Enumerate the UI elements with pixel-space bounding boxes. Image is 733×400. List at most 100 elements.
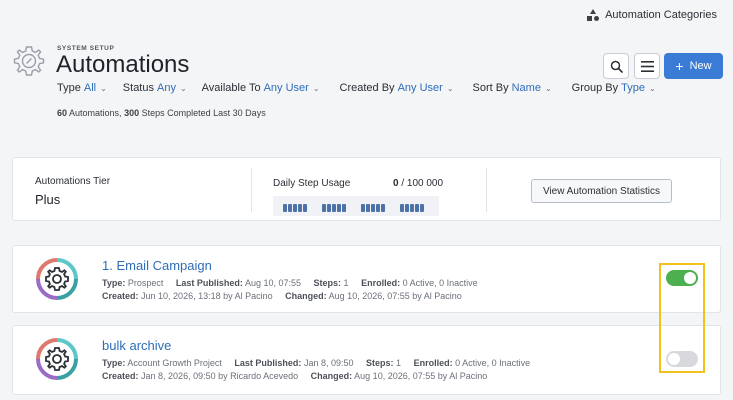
daily-step-usage-count: 0 / 100 000	[393, 178, 443, 189]
usage-total: / 100 000	[401, 178, 444, 189]
page-title: Automations	[56, 51, 190, 78]
steps-value: 1	[396, 358, 402, 368]
automation-history-row: Created: Jan 8, 2026, 09:50 by Ricardo A…	[102, 371, 487, 381]
last-published-label: Last Published:	[234, 358, 302, 368]
filter-type[interactable]: Type All ⌄	[57, 82, 107, 94]
gear-icon	[13, 46, 45, 76]
filter-created-by[interactable]: Created By Any User ⌄	[340, 82, 454, 94]
automation-card: 1. Email Campaign Type: Prospect Last Pu…	[12, 245, 721, 313]
usage-bar-segment	[303, 204, 307, 212]
usage-bar-segment	[400, 204, 404, 212]
created-label: Created:	[102, 371, 139, 381]
automation-gear-icon	[36, 338, 78, 380]
usage-bar-segment	[327, 204, 331, 212]
last-published-label: Last Published:	[175, 278, 243, 288]
usage-bar-segment	[283, 204, 287, 212]
filter-available-to-label: Available To	[201, 82, 261, 94]
chevron-down-icon: ⌄	[648, 83, 656, 93]
usage-bar-segment	[415, 204, 419, 212]
divider	[486, 168, 487, 212]
categories-icon	[587, 9, 600, 21]
menu-button[interactable]	[634, 53, 660, 79]
filter-group-by-label: Group By	[571, 82, 619, 94]
usage-bar-segment	[410, 204, 414, 212]
filter-status[interactable]: Status Any ⌄	[123, 82, 187, 94]
filter-sort-by[interactable]: Sort By Name ⌄	[473, 82, 552, 94]
filter-group-by[interactable]: Group By Type ⌄	[572, 82, 656, 94]
automation-name-link[interactable]: 1. Email Campaign	[102, 258, 212, 273]
type-value: Prospect	[127, 278, 164, 288]
automation-history-row: Created: Jun 10, 2026, 13:18 by Al Pacin…	[102, 291, 462, 301]
usage-bar-segment	[420, 204, 424, 212]
automation-enabled-toggle[interactable]	[666, 351, 698, 367]
automation-meta-row: Type: Prospect Last Published: Aug 10, 0…	[102, 278, 478, 288]
automations-count-label: Automations,	[69, 108, 122, 118]
usage-bar	[273, 196, 439, 216]
automation-enabled-toggle[interactable]	[666, 270, 698, 286]
automation-summary: 60 Automations, 300 Steps Completed Last…	[57, 108, 266, 118]
usage-bar-segment	[361, 204, 365, 212]
usage-bar-segment	[298, 204, 302, 212]
steps-count: 300	[124, 108, 140, 118]
filter-created-by-label: Created By	[339, 82, 395, 94]
new-automation-button[interactable]: + New	[664, 53, 723, 79]
automations-tier-card: Automations Tier Plus Daily Step Usage 0…	[12, 157, 721, 221]
tier-label: Automations Tier	[35, 176, 111, 187]
automations-count: 60	[57, 108, 68, 118]
chevron-down-icon: ⌄	[446, 83, 454, 93]
hamburger-menu-icon	[640, 60, 654, 72]
last-published-value: Jan 8, 09:50	[303, 358, 354, 368]
divider	[251, 168, 252, 212]
automation-categories-link[interactable]: Automation Categories	[587, 9, 717, 21]
created-label: Created:	[102, 291, 139, 301]
filter-status-value: Any	[156, 82, 176, 94]
tier-value: Plus	[35, 192, 61, 207]
chevron-down-icon: ⌄	[544, 83, 552, 93]
steps-value: 1	[343, 278, 349, 288]
automation-categories-label: Automation Categories	[605, 9, 717, 21]
filter-group-by-value: Type	[621, 82, 645, 94]
usage-bar-segment	[288, 204, 292, 212]
type-value: Account Growth Project	[127, 358, 222, 368]
type-label: Type:	[102, 278, 126, 288]
view-automation-statistics-button[interactable]: View Automation Statistics	[531, 179, 672, 203]
filter-status-label: Status	[122, 82, 154, 94]
steps-label: Steps:	[313, 278, 342, 288]
changed-label: Changed:	[285, 291, 327, 301]
filter-available-to[interactable]: Available To Any User ⌄	[202, 82, 320, 94]
automation-name-link[interactable]: bulk archive	[102, 338, 171, 353]
enrolled-value: 0 Active, 0 Inactive	[402, 278, 478, 288]
toggle-knob	[684, 272, 696, 284]
usage-bar-segment	[405, 204, 409, 212]
changed-label: Changed:	[310, 371, 353, 381]
usage-bar-segment	[322, 204, 326, 212]
usage-bar-segment	[366, 204, 370, 212]
usage-bar-segment	[332, 204, 336, 212]
usage-bar-segment	[337, 204, 341, 212]
last-published-value: Aug 10, 07:55	[244, 278, 301, 288]
filter-sort-by-label: Sort By	[472, 82, 509, 94]
automation-card: bulk archive Type: Account Growth Projec…	[12, 325, 721, 395]
filter-bar: Type All ⌄ Status Any ⌄ Available To Any…	[57, 82, 656, 94]
changed-value: Aug 10, 2026, 07:55 by Al Pacino	[354, 371, 488, 381]
search-button[interactable]	[603, 53, 629, 79]
usage-bar-segment	[342, 204, 346, 212]
usage-bar-segment	[376, 204, 380, 212]
filter-created-by-value: Any User	[397, 82, 443, 94]
usage-used: 0	[393, 178, 399, 189]
filter-type-label: Type	[57, 82, 81, 94]
automation-gear-icon	[36, 258, 78, 300]
automation-meta-row: Type: Account Growth Project Last Publis…	[102, 358, 530, 368]
usage-bar-segment	[293, 204, 297, 212]
enrolled-label: Enrolled:	[361, 278, 401, 288]
created-value: Jan 8, 2026, 09:50 by Ricardo Acevedo	[141, 371, 299, 381]
new-button-label: New	[689, 60, 712, 72]
usage-bar-segment	[371, 204, 375, 212]
chevron-down-icon: ⌄	[312, 83, 320, 93]
steps-label: Steps:	[366, 358, 394, 368]
search-icon	[610, 60, 623, 73]
filter-available-to-value: Any User	[263, 82, 309, 94]
toggle-knob	[668, 353, 680, 365]
enrolled-value: 0 Active, 0 Inactive	[455, 358, 531, 368]
usage-bar-segment	[381, 204, 385, 212]
